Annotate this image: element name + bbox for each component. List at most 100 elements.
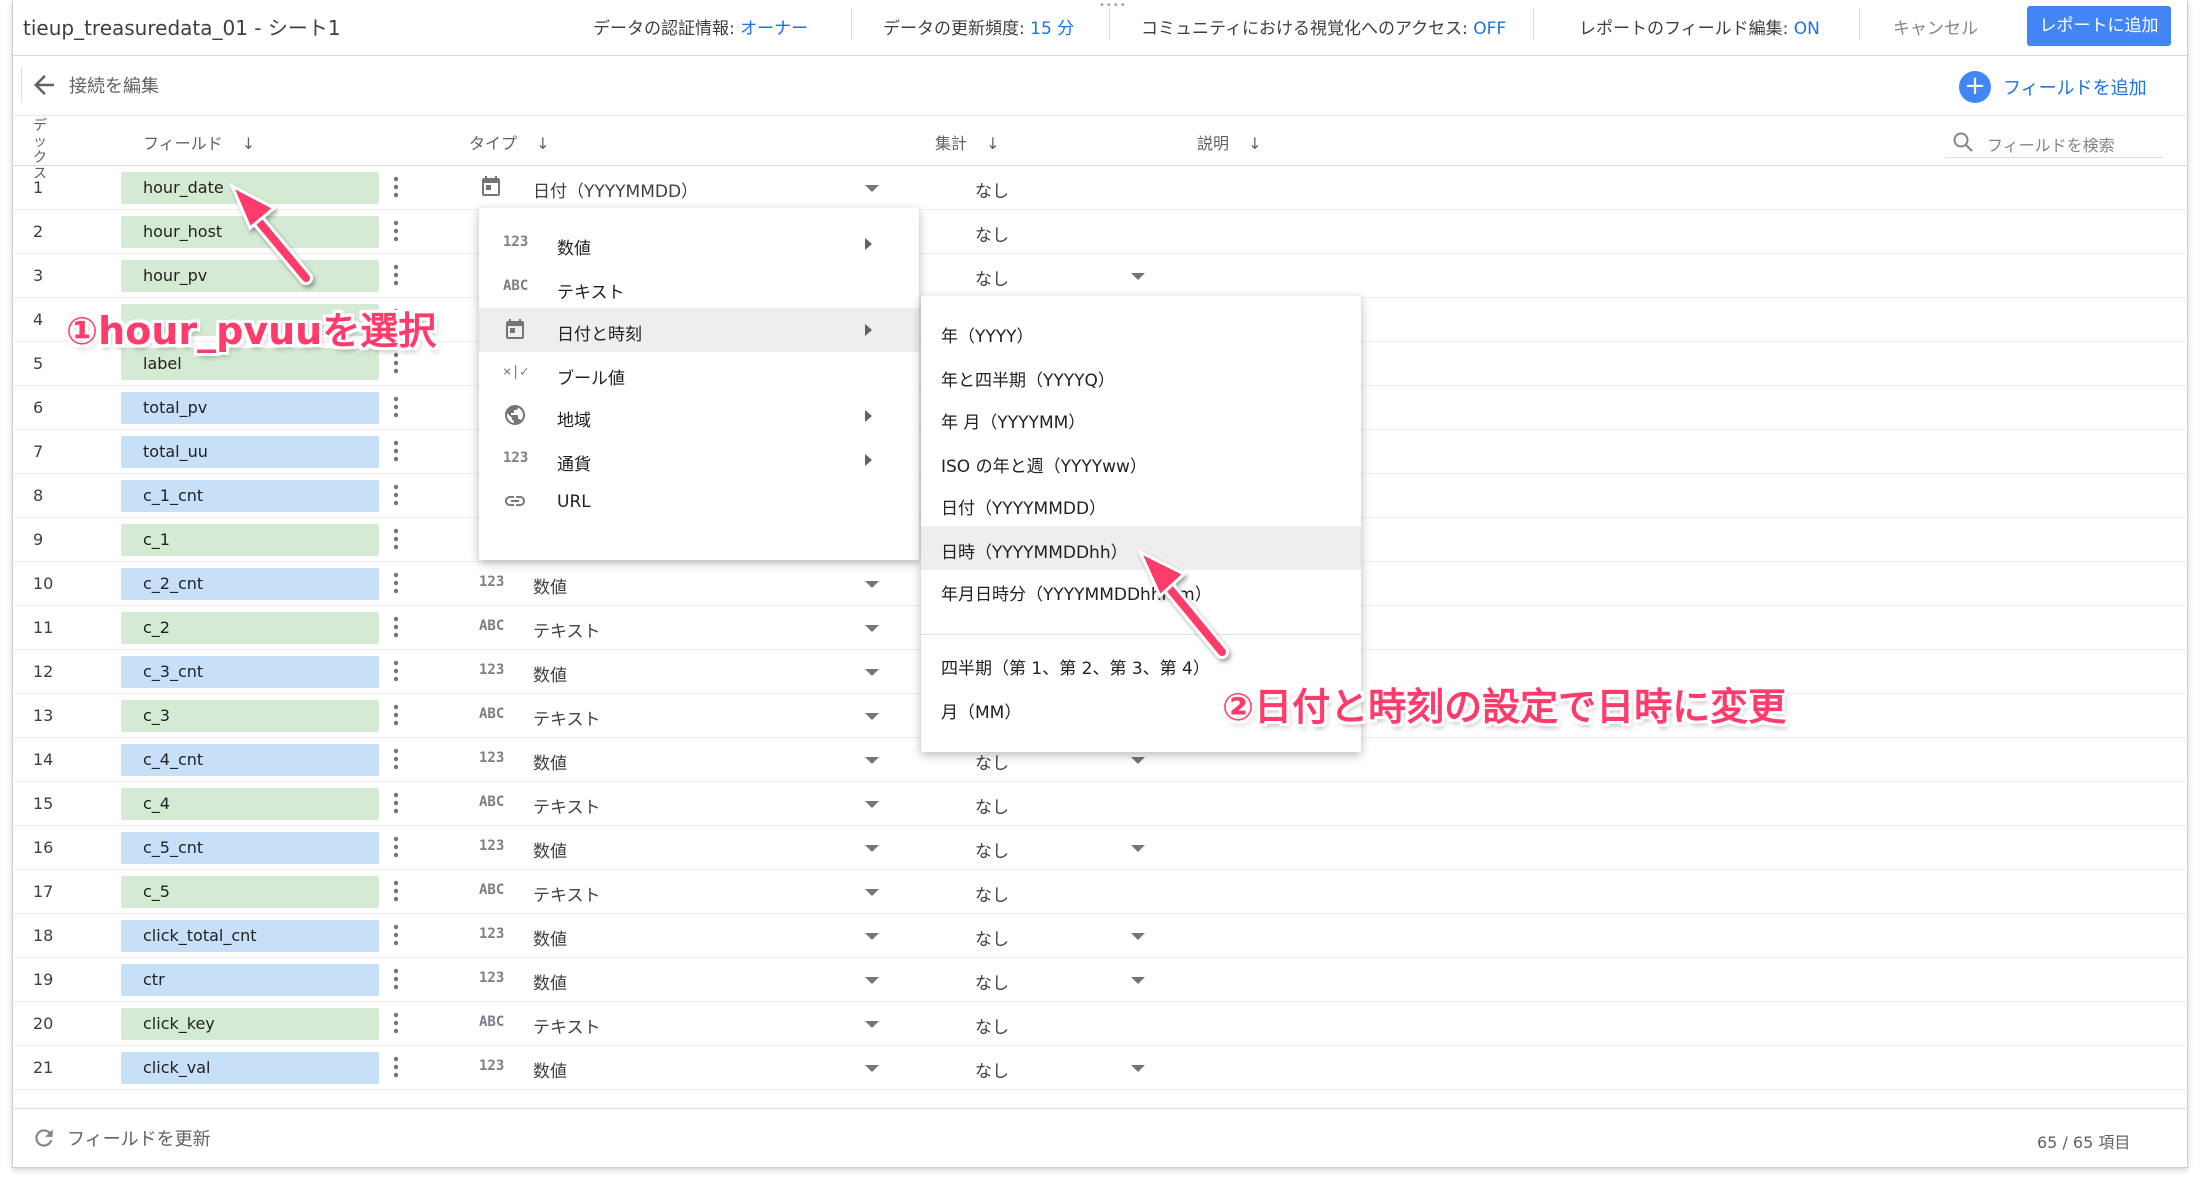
field-name-chip[interactable]: total_pv bbox=[121, 392, 379, 424]
field-name-chip[interactable]: c_2 bbox=[121, 612, 379, 644]
date-format-option[interactable]: 日付（YYYYMMDD） bbox=[921, 482, 1361, 526]
field-type[interactable]: 数値 bbox=[533, 969, 567, 994]
type-dropdown-caret-icon[interactable] bbox=[865, 581, 879, 588]
community-value[interactable]: OFF bbox=[1473, 19, 1506, 39]
more-vert-icon[interactable] bbox=[393, 748, 399, 770]
aggregation-value[interactable]: なし bbox=[975, 1057, 1009, 1082]
field-name-chip[interactable]: ctr bbox=[121, 964, 379, 996]
search-input[interactable]: フィールドを検索 bbox=[1987, 132, 2115, 156]
type-dropdown-caret-icon[interactable] bbox=[865, 933, 879, 940]
column-type[interactable]: タイプ ↓ bbox=[469, 130, 550, 154]
more-vert-icon[interactable] bbox=[393, 528, 399, 550]
more-vert-icon[interactable] bbox=[393, 880, 399, 902]
field-name-chip[interactable]: c_1 bbox=[121, 524, 379, 556]
aggregation-value[interactable]: なし bbox=[975, 925, 1009, 950]
date-format-option[interactable]: 年月日時分（YYYYMMDDhhmm） bbox=[921, 568, 1361, 612]
more-vert-icon[interactable] bbox=[393, 572, 399, 594]
date-format-option[interactable]: ISO の年と週（YYYYww） bbox=[921, 440, 1361, 484]
aggregation-value[interactable]: なし bbox=[975, 177, 1009, 202]
more-vert-icon[interactable] bbox=[393, 836, 399, 858]
field-type[interactable]: 日付（YYYYMMDD） bbox=[533, 177, 698, 202]
field-type[interactable]: 数値 bbox=[533, 1057, 567, 1082]
field-name-chip[interactable]: click_total_cnt bbox=[121, 920, 379, 952]
aggregation-value[interactable]: なし bbox=[975, 221, 1009, 246]
type-dropdown-caret-icon[interactable] bbox=[865, 669, 879, 676]
more-vert-icon[interactable] bbox=[393, 616, 399, 638]
field-name-chip[interactable]: c_5 bbox=[121, 876, 379, 908]
sort-arrow-icon[interactable]: ↓ bbox=[242, 134, 255, 153]
field-name-chip[interactable]: hour_host bbox=[121, 216, 379, 248]
aggregation-dropdown-caret-icon[interactable] bbox=[1131, 757, 1145, 764]
more-vert-icon[interactable] bbox=[393, 176, 399, 198]
field-type[interactable]: 数値 bbox=[533, 573, 567, 598]
aggregation-value[interactable]: なし bbox=[975, 749, 1009, 774]
more-vert-icon[interactable] bbox=[393, 924, 399, 946]
type-dropdown-caret-icon[interactable] bbox=[865, 889, 879, 896]
column-description[interactable]: 説明 ↓ bbox=[1197, 130, 1262, 154]
freshness-value[interactable]: 15 分 bbox=[1030, 19, 1074, 39]
more-vert-icon[interactable] bbox=[393, 484, 399, 506]
more-vert-icon[interactable] bbox=[393, 1012, 399, 1034]
aggregation-value[interactable]: なし bbox=[975, 793, 1009, 818]
field-name-chip[interactable]: c_1_cnt bbox=[121, 480, 379, 512]
field-name-chip[interactable]: c_2_cnt bbox=[121, 568, 379, 600]
field-type[interactable]: テキスト bbox=[533, 1013, 601, 1038]
more-vert-icon[interactable] bbox=[393, 968, 399, 990]
more-vert-icon[interactable] bbox=[393, 1056, 399, 1078]
more-vert-icon[interactable] bbox=[393, 220, 399, 242]
field-name-chip[interactable]: c_3 bbox=[121, 700, 379, 732]
aggregation-value[interactable]: なし bbox=[975, 969, 1009, 994]
freshness-setting[interactable]: データの更新頻度: 15 分 bbox=[883, 14, 1074, 39]
column-aggregation[interactable]: 集計 ↓ bbox=[935, 130, 1000, 154]
refresh-fields-button[interactable]: フィールドを更新 bbox=[31, 1125, 211, 1151]
type-dropdown-caret-icon[interactable] bbox=[865, 845, 879, 852]
aggregation-value[interactable]: なし bbox=[975, 1013, 1009, 1038]
field-type[interactable]: テキスト bbox=[533, 881, 601, 906]
aggregation-dropdown-caret-icon[interactable] bbox=[1131, 977, 1145, 984]
aggregation-dropdown-caret-icon[interactable] bbox=[1131, 845, 1145, 852]
add-field-button[interactable]: + フィールドを追加 bbox=[1959, 70, 2147, 104]
field-type[interactable]: テキスト bbox=[533, 617, 601, 642]
field-name-chip[interactable]: c_4 bbox=[121, 788, 379, 820]
aggregation-value[interactable]: なし bbox=[975, 837, 1009, 862]
aggregation-dropdown-caret-icon[interactable] bbox=[1131, 273, 1145, 280]
type-menu-item[interactable]: 123 数値 bbox=[479, 222, 919, 266]
sort-arrow-icon[interactable]: ↓ bbox=[1248, 134, 1261, 153]
date-format-option[interactable]: 年（YYYY） bbox=[921, 310, 1361, 354]
more-vert-icon[interactable] bbox=[393, 792, 399, 814]
field-name-chip[interactable]: click_val bbox=[121, 1052, 379, 1084]
more-vert-icon[interactable] bbox=[393, 660, 399, 682]
type-dropdown-caret-icon[interactable] bbox=[865, 1021, 879, 1028]
more-vert-icon[interactable] bbox=[393, 440, 399, 462]
type-dropdown-caret-icon[interactable] bbox=[865, 185, 879, 192]
date-format-option[interactable]: 年と四半期（YYYYQ） bbox=[921, 354, 1361, 398]
aggregation-dropdown-caret-icon[interactable] bbox=[1131, 933, 1145, 940]
type-menu-item[interactable]: ×|✓ ブール値 bbox=[479, 352, 919, 396]
more-vert-icon[interactable] bbox=[393, 264, 399, 286]
field-edit-value[interactable]: ON bbox=[1794, 19, 1820, 39]
more-vert-icon[interactable] bbox=[393, 352, 399, 374]
field-name-chip[interactable]: c_5_cnt bbox=[121, 832, 379, 864]
field-type[interactable]: テキスト bbox=[533, 705, 601, 730]
type-menu-item[interactable]: ABC テキスト bbox=[479, 266, 919, 310]
more-vert-icon[interactable] bbox=[393, 396, 399, 418]
field-type[interactable]: 数値 bbox=[533, 749, 567, 774]
sort-arrow-icon[interactable]: ↓ bbox=[986, 134, 999, 153]
type-menu-item[interactable]: URL bbox=[479, 480, 919, 524]
date-format-option[interactable]: 日時（YYYYMMDDhh） bbox=[921, 526, 1361, 570]
add-to-report-button[interactable]: レポートに追加 bbox=[2027, 6, 2171, 46]
drag-handle-icon[interactable]: •••• bbox=[1099, 0, 1127, 11]
type-dropdown-caret-icon[interactable] bbox=[865, 977, 879, 984]
credential-setting[interactable]: データの認証情報: オーナー bbox=[593, 14, 808, 39]
field-name-chip[interactable]: hour_pv bbox=[121, 260, 379, 292]
type-menu-item[interactable]: 地域 bbox=[479, 394, 919, 438]
aggregation-dropdown-caret-icon[interactable] bbox=[1131, 1065, 1145, 1072]
field-type[interactable]: 数値 bbox=[533, 837, 567, 862]
type-dropdown-caret-icon[interactable] bbox=[865, 713, 879, 720]
credential-value[interactable]: オーナー bbox=[740, 19, 808, 39]
aggregation-value[interactable]: なし bbox=[975, 881, 1009, 906]
sort-arrow-icon[interactable]: ↓ bbox=[536, 134, 549, 153]
field-name-chip[interactable]: c_4_cnt bbox=[121, 744, 379, 776]
field-name-chip[interactable]: total_uu bbox=[121, 436, 379, 468]
back-arrow-icon[interactable] bbox=[29, 70, 59, 100]
